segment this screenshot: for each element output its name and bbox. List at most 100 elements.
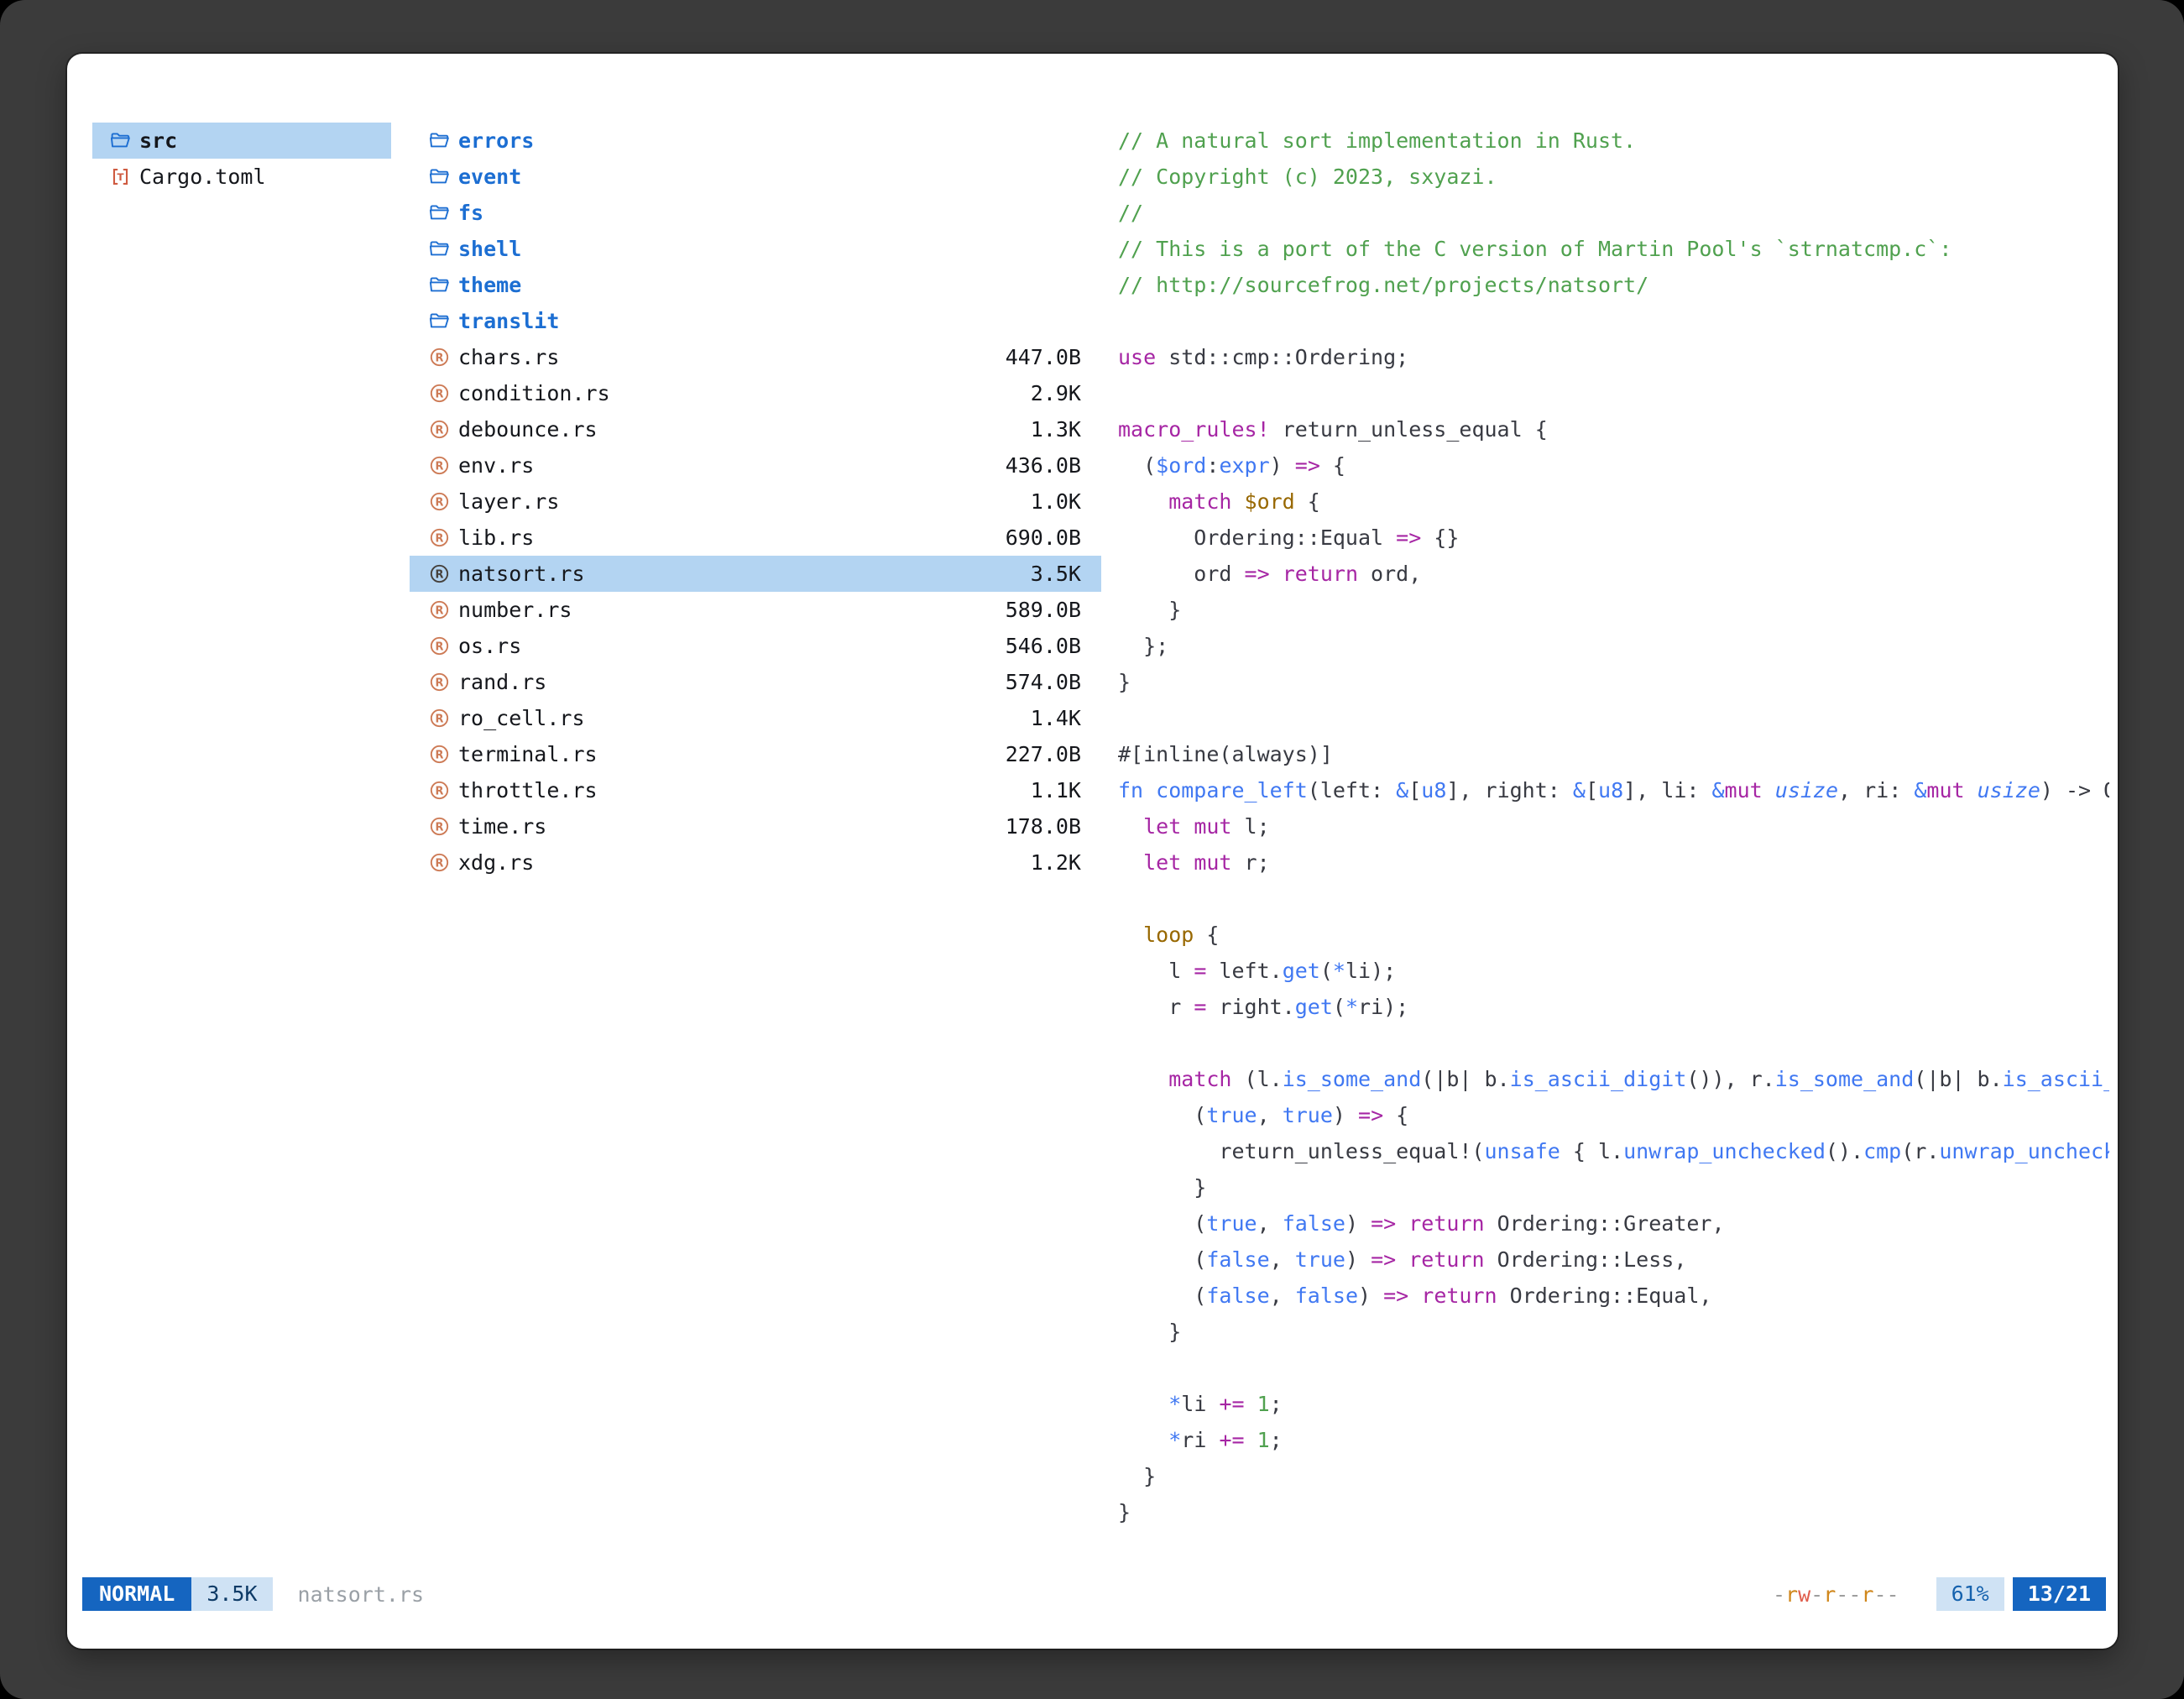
code-line	[1118, 1350, 2109, 1386]
svg-text:R: R	[436, 785, 444, 797]
folder-icon	[428, 201, 451, 224]
file-item-row[interactable]: Rterminal.rs 227.0B	[410, 736, 1101, 772]
file-size: 178.0B	[1006, 814, 1081, 839]
file-item-row[interactable]: Rlayer.rs1.0K	[410, 484, 1101, 520]
status-bar: NORMAL 3.5K natsort.rs -rw-r--r-- 61% 13…	[82, 1577, 2106, 1611]
file-name: src	[139, 128, 177, 153]
code-line: (false, true) => return Ordering::Less,	[1118, 1242, 2109, 1278]
rust-file-icon: R	[428, 599, 451, 621]
code-line: // http://sourcefrog.net/projects/natsor…	[1118, 267, 2109, 303]
code-line: (true, true) => {	[1118, 1097, 2109, 1133]
code-line: macro_rules! return_unless_equal {	[1118, 411, 2109, 447]
rust-file-icon: R	[428, 635, 451, 657]
code-line: let mut l;	[1118, 808, 2109, 844]
file-item-row[interactable]: translit	[410, 303, 1101, 339]
code-line: }	[1118, 664, 2109, 700]
folder-icon	[109, 129, 132, 152]
file-name: fs	[458, 201, 483, 225]
rust-file-icon: R	[428, 418, 451, 441]
file-item-row[interactable]: shell	[410, 231, 1101, 267]
file-item-row[interactable]: Renv.rs436.0B	[410, 447, 1101, 484]
file-item-row[interactable]: event	[410, 159, 1101, 195]
file-item-row[interactable]: Rtime.rs178.0B	[410, 808, 1101, 844]
file-item-row[interactable]: Rcondition.rs2.9K	[410, 375, 1101, 411]
code-line: return_unless_equal!(unsafe { l.unwrap_u…	[1118, 1133, 2109, 1169]
file-size: 3.5K	[1031, 562, 1081, 586]
svg-text:R: R	[436, 388, 444, 400]
folder-icon	[428, 274, 451, 296]
file-item-row[interactable]: Ros.rs546.0B	[410, 628, 1101, 664]
file-name: lib.rs	[458, 525, 534, 550]
svg-text:R: R	[436, 677, 444, 689]
code-line: };	[1118, 628, 2109, 664]
file-size: 1.4K	[1031, 706, 1081, 730]
code-line: Ordering::Equal => {}	[1118, 520, 2109, 556]
rust-file-icon: R	[428, 815, 451, 838]
file-name: errors	[458, 128, 534, 153]
code-line: ord => return ord,	[1118, 556, 2109, 592]
svg-text:T: T	[117, 171, 123, 183]
file-item-row[interactable]: fs	[410, 195, 1101, 231]
svg-text:R: R	[436, 532, 444, 545]
svg-text:R: R	[436, 713, 444, 725]
file-item-row[interactable]: Rrand.rs574.0B	[410, 664, 1101, 700]
file-name: ro_cell.rs	[458, 706, 585, 730]
file-name: debounce.rs	[458, 417, 598, 442]
file-item-row[interactable]: Rchars.rs447.0B	[410, 339, 1101, 375]
svg-text:R: R	[436, 857, 444, 870]
code-line: (false, false) => return Ordering::Equal…	[1118, 1278, 2109, 1314]
rust-file-icon: R	[428, 671, 451, 693]
desktop-background: src TCargo.toml errors event fs shellthemetr…	[0, 0, 2184, 1699]
parent-item-row[interactable]: TCargo.toml	[92, 159, 391, 195]
file-item-row[interactable]: Rnumber.rs589.0B	[410, 592, 1101, 628]
file-size: 574.0B	[1006, 670, 1081, 694]
file-name: terminal.rs	[458, 742, 598, 766]
rust-file-icon: R	[428, 743, 451, 766]
file-item-row[interactable]: Rlib.rs690.0B	[410, 520, 1101, 556]
file-item-row[interactable]: Rxdg.rs1.2K	[410, 844, 1101, 881]
file-item-row[interactable]: errors	[410, 123, 1101, 159]
svg-text:R: R	[436, 821, 444, 834]
parent-item-row[interactable]: src	[92, 123, 391, 159]
file-name: chars.rs	[458, 345, 559, 369]
rust-file-icon: R	[428, 490, 451, 513]
code-line: }	[1118, 1314, 2109, 1350]
code-line: //	[1118, 195, 2109, 231]
file-name: natsort.rs	[458, 562, 585, 586]
code-line	[1118, 1025, 2109, 1061]
file-item-row[interactable]: Rro_cell.rs 1.4K	[410, 700, 1101, 736]
cursor-position: 13/21	[2013, 1577, 2106, 1611]
folder-icon	[428, 238, 451, 260]
folder-icon	[428, 165, 451, 188]
code-line: }	[1118, 1458, 2109, 1494]
file-size: 1.2K	[1031, 850, 1081, 875]
rust-file-icon: R	[428, 562, 451, 585]
code-line: let mut r;	[1118, 844, 2109, 881]
svg-text:R: R	[436, 496, 444, 509]
file-item-row[interactable]: Rdebounce.rs1.3K	[410, 411, 1101, 447]
folder-icon	[428, 310, 451, 332]
file-item-row[interactable]: Rthrottle.rs1.1K	[410, 772, 1101, 808]
current-pane: errorseventfsshellthemetranslitRchars.rs…	[410, 123, 1101, 881]
file-item-row[interactable]: Rnatsort.rs 3.5K	[410, 556, 1101, 592]
svg-text:R: R	[436, 604, 444, 617]
file-name: event	[458, 165, 521, 189]
mode-badge: NORMAL	[82, 1577, 191, 1611]
svg-text:R: R	[436, 749, 444, 761]
code-line: }	[1118, 592, 2109, 628]
file-item-row[interactable]: theme	[410, 267, 1101, 303]
file-size-badge: 3.5K	[191, 1577, 272, 1611]
code-line: loop {	[1118, 917, 2109, 953]
code-line: match (l.is_some_and(|b| b.is_ascii_digi…	[1118, 1061, 2109, 1097]
scroll-percent: 61%	[1936, 1577, 2004, 1611]
code-line: l = left.get(*li);	[1118, 953, 2109, 989]
file-size: 589.0B	[1006, 598, 1081, 622]
code-line: *li += 1;	[1118, 1386, 2109, 1422]
rust-file-icon: R	[428, 346, 451, 369]
file-size: 2.9K	[1031, 381, 1081, 405]
svg-text:R: R	[436, 640, 444, 653]
file-size: 227.0B	[1006, 742, 1081, 766]
code-line: ($ord:expr) => {	[1118, 447, 2109, 484]
permissions: -rw-r--r--	[1773, 1582, 1899, 1607]
preview-pane: // A natural sort implementation in Rust…	[1118, 123, 2109, 1530]
